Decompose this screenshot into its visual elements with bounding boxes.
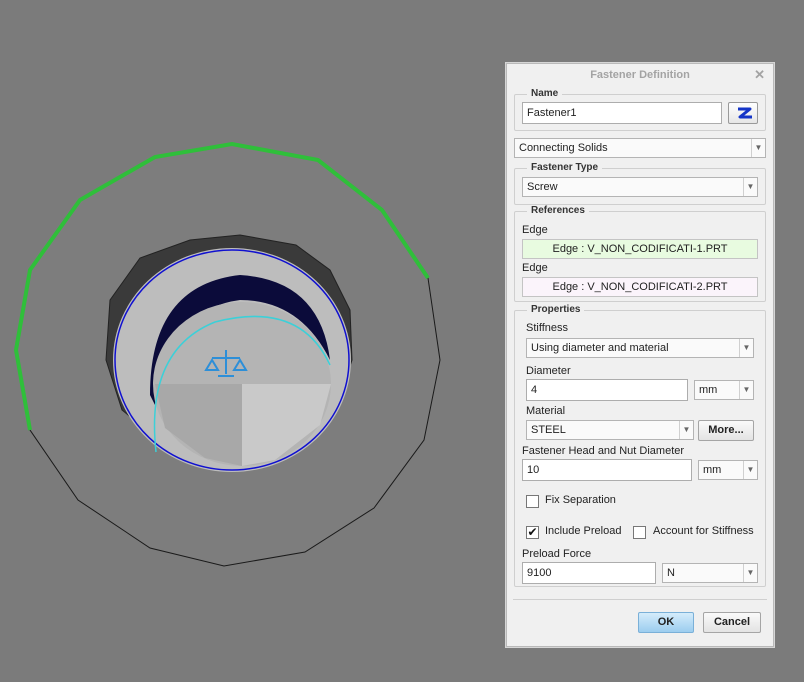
- diameter-unit-select[interactable]: mm ▼: [694, 380, 754, 400]
- diameter-unit-value: mm: [699, 384, 718, 396]
- head-diameter-unit-select[interactable]: mm ▼: [698, 460, 758, 480]
- fix-separation-label: Fix Separation: [545, 494, 616, 506]
- dialog-title: Fastener Definition: [590, 69, 690, 81]
- edge2-label: Edge: [522, 262, 548, 274]
- preload-unit-value: N: [667, 567, 675, 579]
- footer-divider: [513, 599, 767, 600]
- head-diameter-unit-value: mm: [703, 464, 722, 476]
- properties-legend: Properties: [527, 304, 585, 315]
- chevron-down-icon: ▼: [679, 421, 693, 439]
- account-stiffness-checkbox[interactable]: [633, 526, 646, 539]
- fastener-definition-dialog: Fastener Definition ✕ Name Fastener1 Con…: [506, 63, 774, 647]
- material-label: Material: [526, 405, 566, 417]
- preload-unit-select[interactable]: N ▼: [662, 563, 758, 583]
- stiffness-value: Using diameter and material: [531, 342, 669, 354]
- preload-force-label: Preload Force: [522, 548, 592, 560]
- chevron-down-icon: ▼: [739, 339, 753, 357]
- connection-type-value: Connecting Solids: [519, 142, 608, 154]
- chevron-down-icon: ▼: [743, 178, 757, 196]
- fastener-type-group: Fastener Type Screw ▼: [514, 162, 766, 205]
- diameter-input[interactable]: 4: [526, 379, 688, 401]
- fastener-type-select[interactable]: Screw ▼: [522, 177, 758, 197]
- material-select[interactable]: STEEL ▼: [526, 420, 694, 440]
- more-materials-button[interactable]: More...: [698, 420, 754, 441]
- stiffness-select[interactable]: Using diameter and material ▼: [526, 338, 754, 358]
- preload-force-input[interactable]: 9100: [522, 562, 656, 584]
- cancel-button[interactable]: Cancel: [703, 612, 761, 633]
- stiffness-label: Stiffness: [526, 322, 568, 334]
- chevron-down-icon: ▼: [743, 564, 757, 582]
- ok-button[interactable]: OK: [638, 612, 694, 633]
- fix-separation-checkbox[interactable]: [526, 495, 539, 508]
- edge2-reference-field[interactable]: Edge : V_NON_CODIFICATI-2.PRT: [522, 277, 758, 297]
- connection-type-select[interactable]: Connecting Solids ▼: [514, 138, 766, 158]
- fastener-type-legend: Fastener Type: [527, 162, 603, 173]
- chevron-down-icon: ▼: [739, 381, 753, 399]
- include-preload-checkbox[interactable]: ✔: [526, 526, 539, 539]
- chevron-down-icon: ▼: [751, 139, 765, 157]
- include-preload-label: Include Preload: [545, 525, 622, 537]
- head-nut-diameter-input[interactable]: 10: [522, 459, 692, 481]
- name-group-legend: Name: [527, 88, 563, 99]
- edge1-label: Edge: [522, 224, 548, 236]
- references-legend: References: [527, 205, 589, 216]
- account-stiffness-label: Account for Stiffness: [653, 525, 754, 537]
- edge1-reference-field[interactable]: Edge : V_NON_CODIFICATI-1.PRT: [522, 239, 758, 259]
- blue-link-icon[interactable]: [728, 102, 758, 124]
- material-value: STEEL: [531, 424, 566, 436]
- head-nut-diameter-label: Fastener Head and Nut Diameter: [522, 445, 685, 457]
- fastener-type-value: Screw: [527, 181, 558, 193]
- references-group: References Edge Edge : V_NON_CODIFICATI-…: [514, 205, 766, 302]
- fastener-name-input[interactable]: Fastener1: [522, 102, 722, 124]
- properties-group: Properties Stiffness Using diameter and …: [514, 304, 766, 587]
- chevron-down-icon: ▼: [743, 461, 757, 479]
- diameter-label: Diameter: [526, 365, 571, 377]
- name-group: Name Fastener1: [514, 88, 766, 131]
- close-icon[interactable]: ✕: [754, 67, 765, 83]
